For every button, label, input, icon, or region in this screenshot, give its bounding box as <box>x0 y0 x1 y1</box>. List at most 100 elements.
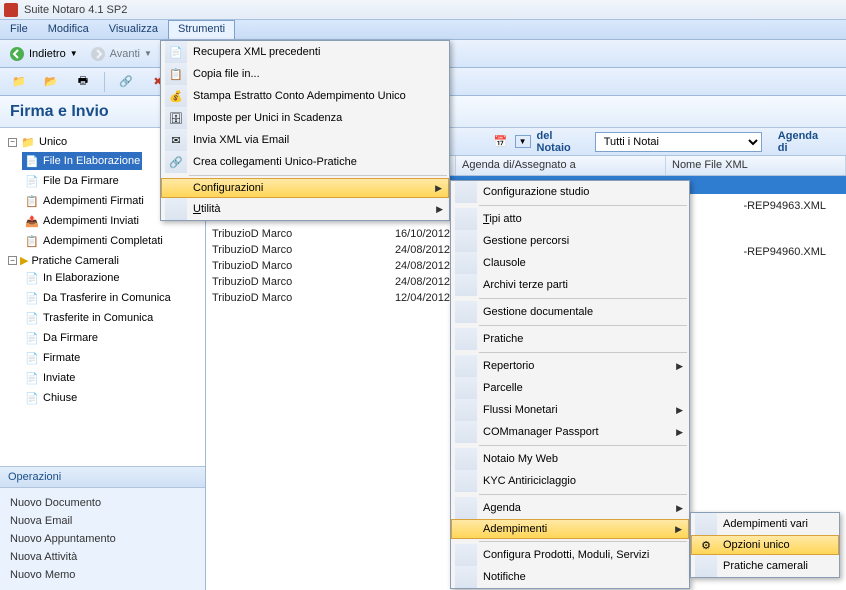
tree-label: File Da Firmare <box>43 175 119 187</box>
submenu-arrow-icon: ▶ <box>675 524 682 535</box>
menu-icon <box>455 377 477 399</box>
tree-label: Adempimenti Inviati <box>43 215 139 227</box>
menu-item[interactable]: 📄 Recupera XML precedenti <box>161 41 449 63</box>
submenu-arrow-icon: ▶ <box>676 503 683 514</box>
doc-icon: 📄 <box>24 310 40 326</box>
menu-item[interactable]: COMmanager Passport▶ <box>451 421 689 443</box>
tree-label: Da Firmare <box>43 332 98 344</box>
tb-print[interactable]: 🖶 <box>70 71 96 93</box>
menu-item[interactable]: KYC Antiriciclaggio <box>451 470 689 492</box>
collapse-icon[interactable]: − <box>8 138 17 147</box>
menu-label: Tipi atto <box>483 213 522 225</box>
menu-separator <box>479 298 687 299</box>
menu-item[interactable]: Repertorio▶ <box>451 355 689 377</box>
menu-item[interactable]: Parcelle <box>451 377 689 399</box>
operation-link[interactable]: Nuova Email <box>10 512 195 530</box>
tree-node[interactable]: 📤Adempimenti Inviati <box>22 212 141 230</box>
menu-item[interactable]: Notifiche <box>451 566 689 588</box>
doc-icon: 📄 <box>24 390 40 406</box>
menu-item-utilita[interactable]: Utilità ▶ <box>161 198 449 220</box>
menu-strumenti[interactable]: Strumenti <box>168 20 235 39</box>
menu-item[interactable]: 💰Stampa Estratto Conto Adempimento Unico <box>161 85 449 107</box>
menu-item[interactable]: Adempimenti ▶ <box>451 519 689 539</box>
menu-icon <box>455 497 477 519</box>
menu-item[interactable]: Configura Prodotti, Moduli, Servizi <box>451 544 689 566</box>
tb-folder[interactable]: 📁 <box>6 71 32 93</box>
tree-node[interactable]: 📄In Elaborazione <box>22 269 121 287</box>
submenu-arrow-icon: ▶ <box>676 427 683 438</box>
tree-node[interactable]: 📋Adempimenti Completati <box>22 232 165 250</box>
col-header-xml[interactable]: Nome File XML <box>666 156 846 175</box>
menu-item[interactable]: 📋Copia file in... <box>161 63 449 85</box>
menu-label: KYC Antiriciclaggio <box>483 475 576 487</box>
tree-node[interactable]: 📄Da Firmare <box>22 329 100 347</box>
menu-item[interactable]: Gestione documentale <box>451 301 689 323</box>
menu-modifica[interactable]: Modifica <box>38 20 99 39</box>
submenu-arrow-icon: ▶ <box>676 405 683 416</box>
operation-link[interactable]: Nuova Attività <box>10 548 195 566</box>
menu-item[interactable]: Pratiche <box>451 328 689 350</box>
collapse-icon[interactable]: − <box>8 256 17 265</box>
menu-item[interactable]: Pratiche camerali <box>691 555 839 577</box>
menu-icon <box>695 555 717 577</box>
tb-link[interactable]: 🔗 <box>113 71 139 93</box>
tree-node[interactable]: 📄File Da Firmare <box>22 172 121 190</box>
operation-link[interactable]: Nuovo Appuntamento <box>10 530 195 548</box>
menu-icon: 🗄 <box>165 107 187 129</box>
calendar-icon[interactable]: 📅 <box>493 134 509 150</box>
menu-icon: 📄 <box>165 41 187 63</box>
tree-node[interactable]: 📄Chiuse <box>22 389 79 407</box>
tree-label: Chiuse <box>43 392 77 404</box>
menu-item[interactable]: ⚙Opzioni unico <box>691 535 839 555</box>
menu-item[interactable]: Configurazione studio <box>451 181 689 203</box>
operation-link[interactable]: Nuovo Documento <box>10 494 195 512</box>
tree-node[interactable]: 📄Da Trasferire in Comunica <box>22 289 173 307</box>
menu-item[interactable]: Notaio My Web <box>451 448 689 470</box>
menu-item[interactable]: Tipi atto <box>451 208 689 230</box>
menu-label: Crea collegamenti Unico-Pratiche <box>193 156 357 168</box>
tree-node[interactable]: 📄Inviate <box>22 369 77 387</box>
tree-node[interactable]: 📄Firmate <box>22 349 82 367</box>
dropdown-icon[interactable]: ▼ <box>515 135 531 148</box>
menu-icon <box>455 518 477 540</box>
col-header-agenda[interactable]: Agenda di/Assegnato a <box>456 156 666 175</box>
menu-item[interactable]: Gestione percorsi <box>451 230 689 252</box>
menu-item[interactable]: Flussi Monetari▶ <box>451 399 689 421</box>
tree-node[interactable]: 📄Trasferite in Comunica <box>22 309 155 327</box>
submenu-arrow-icon: ▶ <box>435 183 442 194</box>
menu-item[interactable]: Adempimenti vari <box>691 513 839 535</box>
notaio-select[interactable]: Tutti i Notai <box>595 132 762 152</box>
menu-item[interactable]: Clausole <box>451 252 689 274</box>
tb-open[interactable]: 📂 <box>38 71 64 93</box>
tree-node[interactable]: 📋Adempimenti Firmati <box>22 192 146 210</box>
forward-button[interactable]: Avanti ▼ <box>85 43 157 65</box>
menu-icon: 🔗 <box>165 151 187 173</box>
menu-file[interactable]: File <box>0 20 38 39</box>
menu-label: Pratiche camerali <box>723 560 808 572</box>
menu-label: Stampa Estratto Conto Adempimento Unico <box>193 90 406 102</box>
agenda-link[interactable]: Agenda di <box>768 130 840 154</box>
menu-item-configurazioni[interactable]: Configurazioni ▶ <box>161 178 449 198</box>
menu-label: Configura Prodotti, Moduli, Servizi <box>483 549 649 561</box>
tree-label: Adempimenti Completati <box>43 235 163 247</box>
operations-list: Nuovo DocumentoNuova EmailNuovo Appuntam… <box>0 488 205 590</box>
operation-link[interactable]: Nuovo Memo <box>10 566 195 584</box>
menu-item[interactable]: Archivi terze parti <box>451 274 689 296</box>
menu-label: Recupera XML precedenti <box>193 46 320 58</box>
tree-label: File In Elaborazione <box>43 155 140 167</box>
menu-label: Repertorio <box>483 360 534 372</box>
menu-item[interactable]: 🔗 Crea collegamenti Unico-Pratiche <box>161 151 449 173</box>
menu-item[interactable]: 🗄Imposte per Unici in Scadenza <box>161 107 449 129</box>
back-button[interactable]: Indietro ▼ <box>4 43 83 65</box>
doc-icon: 📄 <box>24 330 40 346</box>
menu-item[interactable]: Agenda▶ <box>451 497 689 519</box>
menu-label: Adempimenti <box>483 523 547 535</box>
menu-icon <box>455 399 477 421</box>
menu-visualizza[interactable]: Visualizza <box>99 20 168 39</box>
tree-pratiche[interactable]: − ▶ Pratiche Camerali <box>6 253 203 268</box>
menu-item[interactable]: ✉Invia XML via Email <box>161 129 449 151</box>
tree-node[interactable]: 📄File In Elaborazione <box>22 152 142 170</box>
blank-icon <box>165 198 187 220</box>
menu-label: Utilità <box>193 203 221 215</box>
tree-label: Adempimenti Firmati <box>43 195 144 207</box>
